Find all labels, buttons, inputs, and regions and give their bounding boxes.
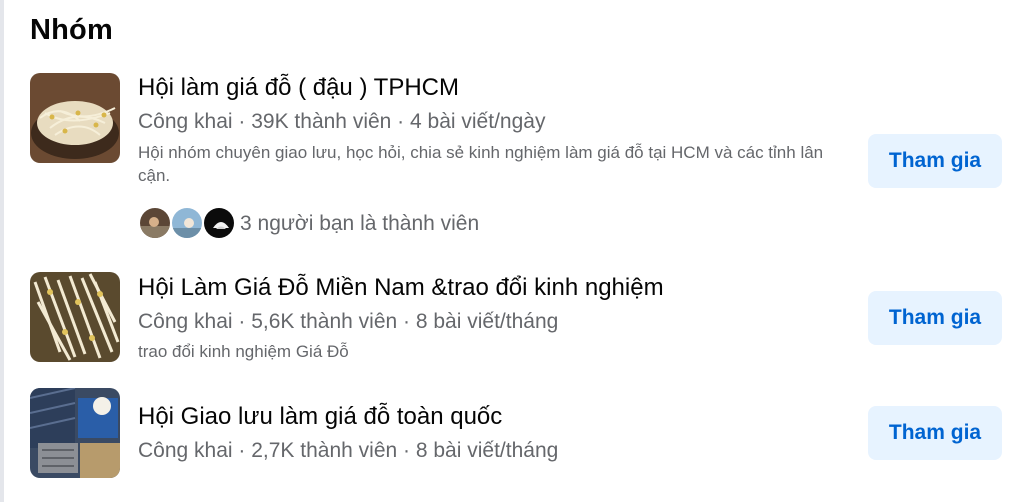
group-thumbnail[interactable] (30, 388, 120, 478)
group-name[interactable]: Hội Làm Giá Đỗ Miền Nam &trao đổi kinh n… (138, 274, 664, 302)
friend-avatar (170, 206, 204, 240)
group-members: 2,7K thành viên (251, 439, 398, 462)
group-thumbnail[interactable] (30, 272, 120, 362)
group-posts: 4 bài viết/ngày (410, 110, 546, 133)
join-group-button[interactable]: Tham gia (868, 291, 1002, 345)
group-description: Hội nhóm chuyên giao lưu, học hỏi, chia … (138, 143, 824, 185)
group-meta: Công khai · 2,7K thành viên · 8 bài viết… (138, 439, 558, 463)
group-meta: Công khai · 5,6K thành viên · 8 bài viết… (138, 310, 558, 334)
meta-separator: · (232, 310, 252, 333)
meta-separator: · (397, 310, 416, 333)
group-meta: Công khai · 39K thành viên · 4 bài viết/… (138, 110, 545, 134)
join-group-button[interactable]: Tham gia (868, 406, 1002, 460)
meta-separator: · (391, 110, 411, 133)
group-privacy: Công khai (138, 310, 233, 333)
friend-avatar (202, 206, 236, 240)
groups-section: Nhóm Hội làm giá đỗ ( đậu ) TPHCM Công k… (0, 0, 1018, 502)
meta-separator: · (232, 439, 252, 462)
friend-avatar (138, 206, 172, 240)
group-thumbnail[interactable] (30, 73, 120, 163)
group-privacy: Công khai (138, 110, 233, 133)
meta-separator: · (397, 439, 416, 462)
join-group-button[interactable]: Tham gia (868, 134, 1002, 188)
group-name[interactable]: Hội làm giá đỗ ( đậu ) TPHCM (138, 74, 459, 102)
group-members: 39K thành viên (251, 110, 392, 133)
friends-count-text: 3 người bạn là thành viên (240, 212, 480, 235)
group-posts: 8 bài viết/tháng (415, 439, 559, 462)
group-privacy: Công khai (138, 439, 233, 462)
group-description: trao đổi kinh nghiệm Giá Đỗ (138, 342, 349, 361)
section-title: Nhóm (30, 14, 113, 46)
group-posts: 8 bài viết/tháng (415, 310, 559, 333)
group-members: 5,6K thành viên (251, 310, 398, 333)
meta-separator: · (232, 110, 252, 133)
group-name[interactable]: Hội Giao lưu làm giá đỗ toàn quốc (138, 403, 502, 431)
